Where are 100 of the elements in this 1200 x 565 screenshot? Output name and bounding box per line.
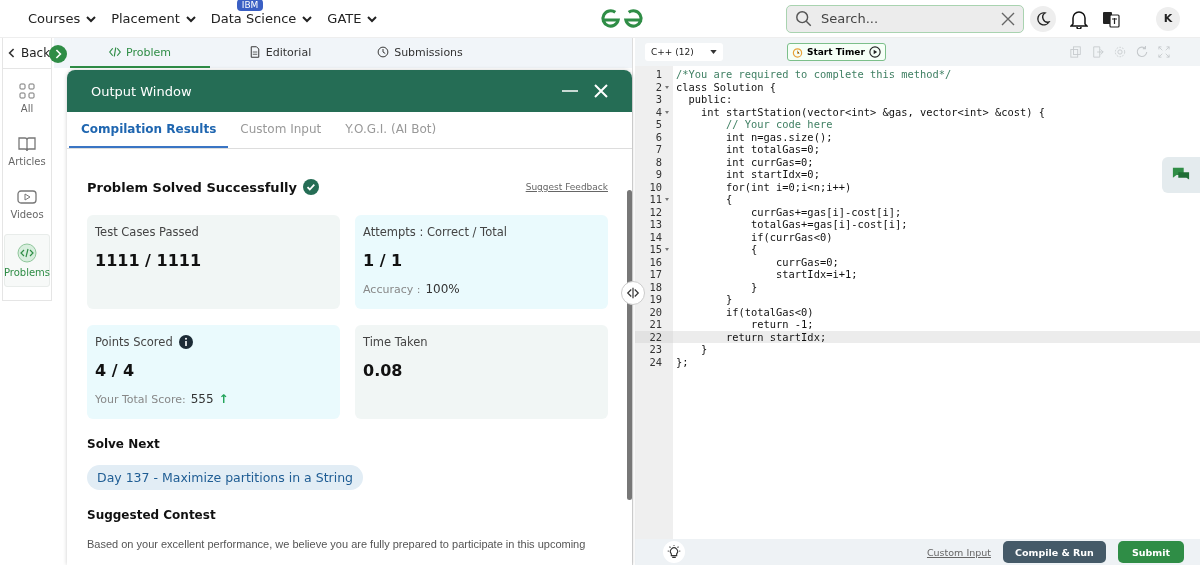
section-heading: Suggested Contest (87, 508, 217, 522)
code-text: currGas+=gas[i]-cost[i]; (750, 205, 902, 218)
card-label: Test Cases Passed (95, 225, 199, 239)
code-text: class Solution { (675, 80, 777, 93)
code-text: int n=gas.size(); (725, 130, 833, 143)
code-text: } (700, 343, 708, 356)
line-number: 18 (649, 280, 663, 293)
card-label: Points Scored (95, 335, 173, 349)
line-number: 3 (655, 93, 663, 106)
code-text: currGas=0; (775, 255, 839, 268)
minimize-icon (562, 89, 578, 93)
badge: IBM (236, 0, 264, 11)
tab[interactable]: Submissions (350, 38, 490, 68)
card-value: 4 / 4 (95, 361, 136, 380)
code-icon (109, 46, 121, 58)
line-number: 6 (655, 130, 663, 143)
line-number: 12 (649, 205, 663, 218)
custom-input-link[interactable]: Custom Input (926, 546, 991, 558)
language-dropdown[interactable]: C++ (12) (645, 43, 723, 61)
tab[interactable]: Problem (70, 38, 210, 68)
code-text: startIdx=i+1; (775, 268, 858, 281)
search-input[interactable]: Search... (819, 10, 995, 27)
feedback-link[interactable]: Suggest Feedback (525, 182, 608, 192)
line-number: 4 (655, 105, 671, 118)
trend-arrow: ↑ (218, 392, 229, 406)
close-icon (594, 84, 608, 98)
card-value: 1 / 1 (363, 251, 404, 270)
line-number: 20 (649, 305, 663, 318)
problem-link[interactable]: Day 137 - Maximize partitions in a String (87, 465, 363, 490)
nav-menu[interactable]: Courses (28, 11, 98, 26)
dark-mode-button[interactable] (1030, 5, 1056, 32)
card-value: 1111 / 1111 (95, 251, 203, 270)
compile-run-button[interactable]: Compile & Run (1003, 541, 1106, 563)
hint-button[interactable] (663, 541, 685, 563)
line-number: 24 (649, 355, 663, 368)
line-number: 7 (655, 143, 663, 156)
card-label: Accuracy : (363, 282, 421, 296)
video-icon (17, 189, 37, 205)
search-field[interactable]: Search... (786, 4, 1024, 33)
chevron-left-icon (8, 47, 16, 59)
line-number: 15 (649, 243, 671, 256)
code-text: { (725, 193, 733, 206)
code-text: if(totalGas<0) (725, 305, 814, 318)
line-number: 16 (649, 255, 663, 268)
line-number: 19 (649, 293, 663, 306)
moon-icon (1035, 10, 1051, 27)
translate-icon[interactable] (1102, 9, 1120, 28)
nav-menu[interactable]: Data Science (210, 11, 314, 26)
code-text: } (750, 280, 758, 293)
code-text: int startIdx=0; (725, 168, 820, 181)
card-label: Attempts : Correct / Total (363, 225, 507, 239)
submit-button[interactable]: Submit (1117, 541, 1184, 563)
chat-button[interactable] (1162, 157, 1200, 193)
bell-icon[interactable] (1070, 8, 1088, 29)
contest-description: Based on your excellent performance, we believe you are fully prepared to participate in this upcoming (87, 538, 587, 550)
tab[interactable]: Editorial (210, 38, 350, 68)
line-number: 11 (649, 193, 671, 206)
line-number: 9 (655, 168, 663, 181)
card-value: 100% (425, 282, 460, 296)
code-text: int startStation(vector<int> &gas, vector<int> &cost) { (700, 105, 1046, 118)
line-number: 23 (649, 343, 663, 356)
check-circle-icon (303, 179, 319, 195)
sidebar-item[interactable]: All (5, 75, 49, 122)
code-text: int currGas=0; (725, 155, 814, 168)
book-icon (18, 136, 36, 152)
alarm-icon (792, 46, 803, 58)
code-text: // Your code here (725, 118, 833, 131)
expand-button[interactable] (49, 45, 67, 63)
card-label: Your Total Score: (95, 392, 186, 406)
line-number: 1 (655, 68, 663, 81)
sidebar-item[interactable]: Problems (4, 234, 50, 287)
line-number: 17 (649, 268, 663, 281)
line-number: 14 (649, 230, 663, 243)
nav-menu[interactable]: GATE (327, 11, 379, 26)
tab[interactable]: Compilation Results (69, 112, 229, 148)
start-timer-button[interactable]: Start Timer (787, 43, 886, 61)
nav-menu[interactable]: Placement (111, 11, 197, 26)
line-number: 5 (655, 118, 663, 131)
logo-icon (598, 6, 646, 31)
play-circle-icon (868, 46, 881, 58)
document-icon (248, 46, 261, 58)
sidebar-item[interactable]: Videos (5, 181, 49, 228)
code-text: }; (675, 355, 689, 368)
section-heading: Solve Next (87, 437, 161, 451)
line-number: 10 (649, 180, 663, 193)
chevron-right-icon (54, 49, 62, 59)
code-text: /*You are required to complete this method*/ (675, 68, 952, 81)
sidebar-item[interactable]: Articles (5, 128, 49, 175)
user-avatar[interactable]: K (1156, 6, 1180, 31)
status-heading: Problem Solved Successfully (87, 179, 297, 195)
line-number: 13 (649, 218, 663, 231)
clock-icon (377, 46, 390, 58)
code-text: public: (687, 93, 733, 106)
code-text: return startIdx; (725, 330, 827, 343)
grid-icon (19, 83, 35, 99)
close-icon (1001, 11, 1015, 26)
card-label: Time Taken (363, 335, 428, 349)
search-icon (795, 9, 813, 28)
code-text: int totalGas=0; (725, 143, 820, 156)
line-number: 8 (655, 155, 663, 168)
